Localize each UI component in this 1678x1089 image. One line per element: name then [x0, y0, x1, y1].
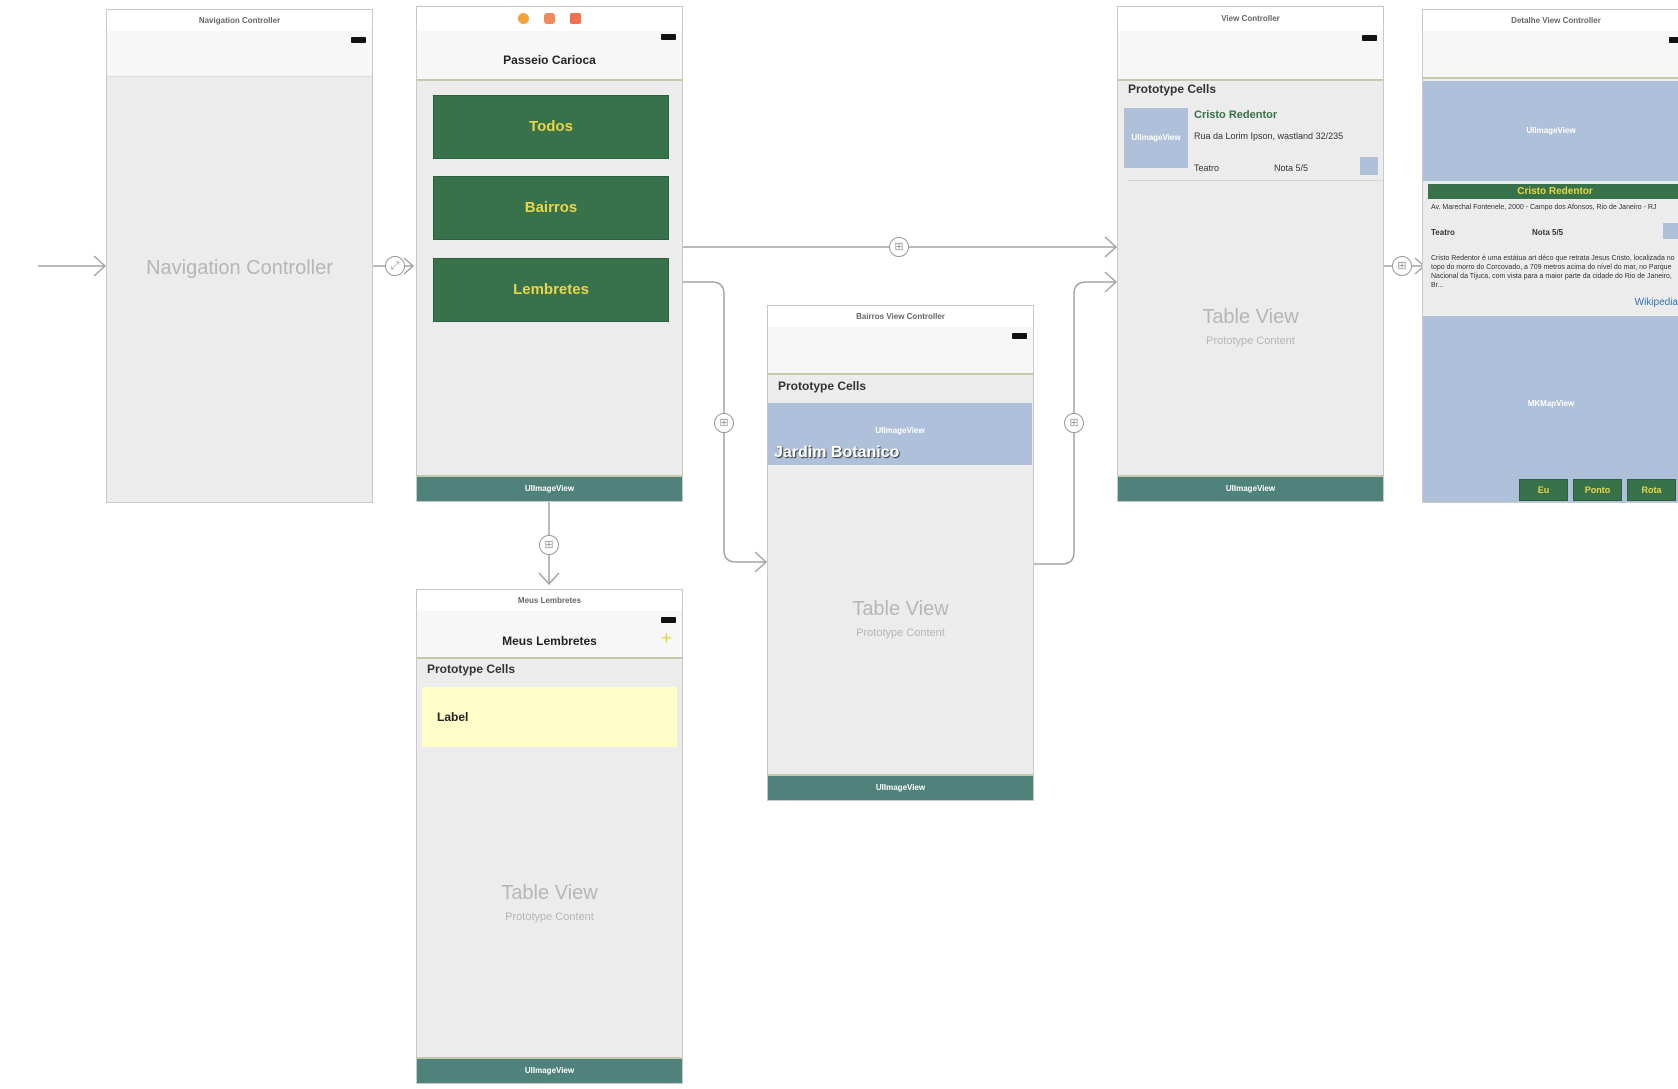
place-rating: Nota 5/5	[1532, 228, 1564, 237]
nav-bar	[1423, 31, 1678, 79]
scene-title: Detalhe View Controller	[1423, 10, 1678, 32]
prototype-cells-header: Prototype Cells	[1128, 82, 1217, 96]
bairros-button[interactable]: Bairros	[433, 176, 669, 240]
exit-icon[interactable]	[570, 13, 581, 24]
segue-bairros-icon[interactable]: ⊞	[714, 413, 734, 433]
bairros-scene[interactable]: Bairros View Controller Prototype Cells …	[767, 305, 1034, 801]
table-view-subtitle: Prototype Content	[1206, 335, 1295, 347]
bottom-image-view: UIImageView	[1118, 475, 1383, 501]
eu-button[interactable]: Eu	[1519, 479, 1568, 501]
nav-bar	[107, 31, 372, 77]
map-view[interactable]: MKMapView	[1423, 316, 1678, 502]
segue-todos-icon[interactable]: ⊞	[889, 237, 909, 257]
place-rating: Nota 5/5	[1274, 163, 1309, 173]
rota-button[interactable]: Rota	[1627, 479, 1676, 501]
scene-title: Bairros View Controller	[768, 306, 1033, 328]
place-category: Teatro	[1194, 163, 1220, 173]
battery-icon	[661, 617, 676, 623]
place-title: Cristo Redentor	[1194, 109, 1278, 121]
battery-icon	[1012, 333, 1027, 339]
table-view-subtitle: Prototype Content	[505, 911, 594, 923]
segue-detalhe-icon[interactable]: ⊞	[1392, 256, 1412, 276]
segue-bairros-vc-icon[interactable]: ⊞	[1064, 413, 1084, 433]
nav-title: Passeio Carioca	[503, 53, 596, 67]
controller-icon[interactable]	[518, 13, 529, 24]
segue-root-icon[interactable]: ⤢	[385, 256, 405, 276]
todos-button[interactable]: Todos	[433, 95, 669, 159]
lembretes-button[interactable]: Lembretes	[433, 258, 669, 322]
segue-lembretes-icon[interactable]: ⊞	[539, 535, 559, 555]
table-view-title: Table View	[1202, 306, 1299, 328]
place-address: Av. Marechal Fontenele, 2000 - Campo dos…	[1431, 204, 1657, 211]
nav-bar	[768, 327, 1033, 375]
lembretes-scene[interactable]: Meus Lembretes Meus Lembretes + Prototyp…	[416, 589, 683, 1084]
wikipedia-link[interactable]: Wikipedia	[1635, 297, 1678, 308]
nav-title: Meus Lembretes	[502, 634, 597, 648]
home-scene[interactable]: Passeio Carioca Todos Bairros Lembretes …	[416, 6, 683, 502]
bottom-image-view: UIImageView	[768, 774, 1033, 800]
battery-icon	[661, 34, 676, 40]
prototype-cells-header: Prototype Cells	[427, 662, 516, 676]
add-icon[interactable]: +	[661, 628, 672, 650]
cell-label: Label	[437, 710, 469, 724]
bairro-cell-title: Jardim Botanico	[774, 444, 900, 461]
first-responder-icon[interactable]	[544, 13, 555, 24]
place-category: Teatro	[1431, 228, 1455, 237]
rating-image-icon	[1663, 223, 1678, 239]
battery-icon	[1669, 37, 1678, 43]
hero-image-view[interactable]: UIImageView	[1423, 81, 1678, 181]
place-image-view[interactable]: UIImageView	[1124, 108, 1188, 168]
nav-bar	[1118, 31, 1383, 81]
view-controller-scene[interactable]: View Controller Prototype Cells UIImageV…	[1117, 6, 1384, 502]
table-view-title: Table View	[852, 598, 949, 620]
scene-title: Meus Lembretes	[417, 590, 682, 612]
detalhe-scene[interactable]: Detalhe View Controller UIImageView Cris…	[1422, 9, 1678, 503]
table-view-subtitle: Prototype Content	[856, 627, 945, 639]
rating-image-icon	[1360, 157, 1378, 175]
battery-icon	[1362, 35, 1377, 41]
place-name-bar: Cristo Redentor	[1428, 184, 1678, 199]
battery-icon	[351, 37, 366, 43]
bottom-image-view: UIImageView	[417, 475, 682, 501]
cell-separator	[1128, 180, 1383, 181]
ponto-button[interactable]: Ponto	[1573, 479, 1622, 501]
table-view-title: Table View	[501, 882, 598, 904]
navigation-controller-scene[interactable]: Navigation Controller Navigation Control…	[106, 9, 373, 503]
scene-title: Navigation Controller	[107, 10, 372, 32]
center-label: Navigation Controller	[146, 257, 333, 279]
prototype-cells-header: Prototype Cells	[778, 379, 867, 393]
place-description: Cristo Redentor é uma estátua art déco q…	[1431, 255, 1675, 289]
scene-title: View Controller	[1118, 7, 1383, 32]
place-address: Rua da Lorim Ipson, wastland 32/235	[1194, 131, 1344, 141]
bottom-image-view: UIImageView	[417, 1057, 682, 1083]
